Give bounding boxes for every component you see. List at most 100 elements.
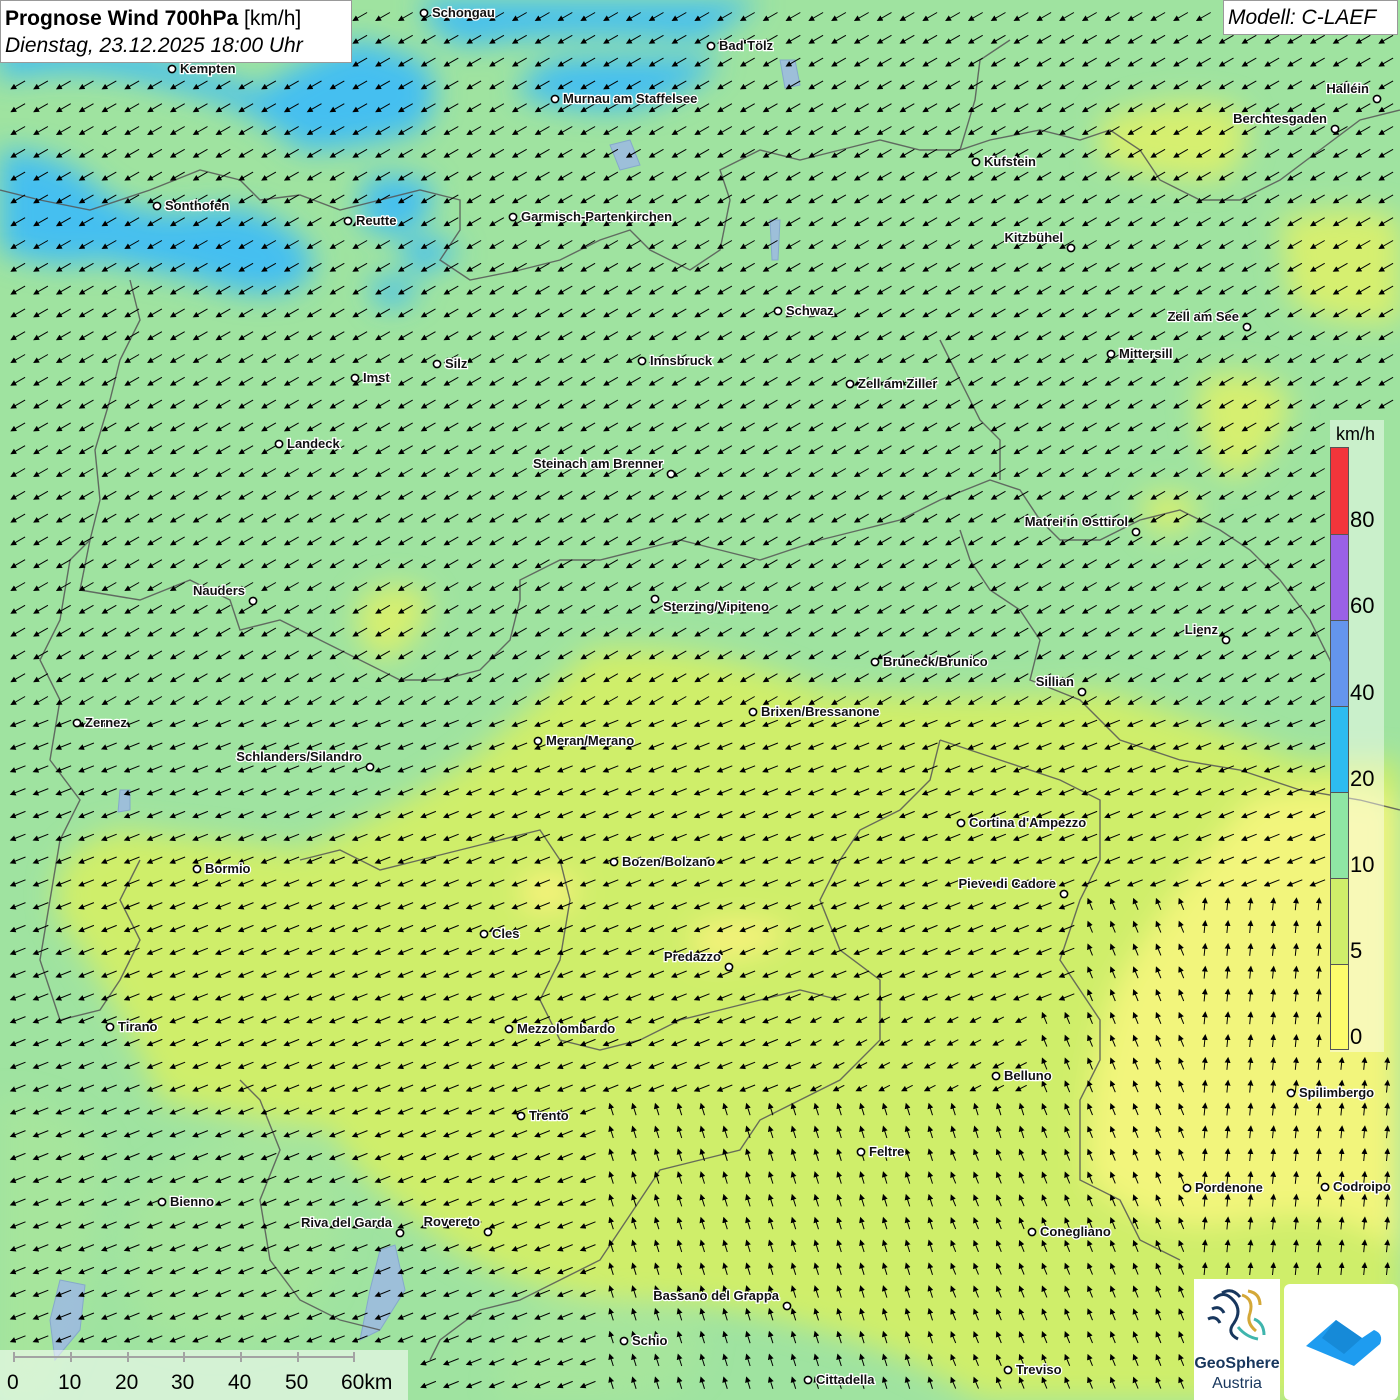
city-dot [1372, 94, 1382, 104]
city-sonthofen[interactable]: Sonthofen [152, 197, 231, 214]
city-dot [508, 212, 518, 222]
legend-seg-5-10 [1331, 878, 1348, 964]
city-dot [1027, 1227, 1037, 1237]
legend-seg-80-plus [1331, 448, 1348, 534]
city-dot [1330, 124, 1340, 134]
city-dot [706, 41, 716, 51]
city-label: Reutte [356, 213, 396, 228]
city-dot [419, 8, 429, 18]
map-title-main: Prognose Wind 700hPa [5, 7, 239, 30]
city-pordenone[interactable]: Pordenone [1182, 1179, 1264, 1196]
city-label: Imst [363, 370, 390, 385]
city-label: Kitzbühel [1005, 230, 1064, 245]
city-dot [192, 864, 202, 874]
city-cortina-d-ampezzo[interactable]: Cortina d'Ampezzo [956, 814, 1088, 831]
city-dot [504, 1024, 514, 1034]
city-conegliano[interactable]: Conegliano [1027, 1223, 1112, 1240]
city-dot [1286, 1088, 1296, 1098]
city-label: Innsbruck [650, 353, 713, 368]
legend-label-0: 0 [1350, 1024, 1363, 1049]
city-dot [1106, 349, 1116, 359]
city-dot [773, 306, 783, 316]
city-label: Schlanders/Silandro [236, 749, 362, 764]
city-bozen-bolzano[interactable]: Bozen/Bolzano [609, 853, 716, 870]
city-label: Meran/Merano [546, 733, 634, 748]
city-label: Bormio [205, 861, 251, 876]
city-label: Landeck [287, 436, 341, 451]
city-murnau-am-staffelsee[interactable]: Murnau am Staffelsee [550, 90, 699, 107]
city-label: Conegliano [1040, 1224, 1111, 1239]
map-title-unit: [km/h] [244, 7, 302, 30]
city-dot [609, 857, 619, 867]
city-dot [479, 929, 489, 939]
city-label: Bad Tölz [719, 38, 774, 53]
map-title: Prognose Wind 700hPa [km/h] [5, 7, 301, 31]
city-dot [167, 64, 177, 74]
city-dot [1077, 687, 1087, 697]
legend-seg-20-40 [1331, 706, 1348, 792]
city-label: Tirano [118, 1019, 158, 1034]
city-label: Cittadella [816, 1372, 875, 1387]
city-label: Brixen/Bressanone [761, 704, 880, 719]
scale-label-0: 0 [7, 1371, 19, 1394]
city-spilimbergo[interactable]: Spilimbergo [1286, 1084, 1375, 1101]
geosphere-logo-icon [1207, 1289, 1266, 1341]
scale-label-40: 40 [228, 1371, 252, 1394]
city-bruneck-brunico[interactable]: Bruneck/Brunico [870, 653, 989, 670]
city-dot [343, 216, 353, 226]
city-label: Berchtesgaden [1233, 111, 1327, 126]
city-meran-merano[interactable]: Meran/Merano [533, 732, 635, 749]
legend-label-80: 80 [1350, 507, 1375, 532]
city-mezzolombardo[interactable]: Mezzolombardo [504, 1020, 617, 1037]
city-dot [516, 1111, 526, 1121]
city-label: Schwaz [786, 303, 834, 318]
city-label: Schongau [432, 5, 495, 20]
city-label: Halléin [1326, 81, 1369, 96]
city-label: Kempten [180, 61, 236, 76]
city-label: Bozen/Bolzano [622, 854, 715, 869]
city-dot [550, 94, 560, 104]
scale-label-10: 10 [58, 1371, 82, 1394]
city-dot [1221, 635, 1231, 645]
city-label: Bienno [170, 1194, 214, 1209]
city-dot [782, 1301, 792, 1311]
geosphere-logo[interactable]: GeoSphere Austria [1194, 1279, 1280, 1400]
city-schongau[interactable]: Schongau [419, 4, 496, 21]
city-dot [637, 356, 647, 366]
city-dot [971, 157, 981, 167]
legend-label-20: 20 [1350, 766, 1375, 791]
city-label: Bruneck/Brunico [883, 654, 988, 669]
wetter-app-logo[interactable] [1284, 1284, 1398, 1400]
wind-forecast-map: Schongau Bad Tölz Kempten Murnau am Staffel… [0, 0, 1400, 1400]
geosphere-logo-subtext: Austria [1212, 1375, 1262, 1392]
city-label: Mittersill [1119, 346, 1172, 361]
city-cittadella[interactable]: Cittadella [803, 1371, 877, 1388]
city-dot [803, 1375, 813, 1385]
city-brixen-bressanone[interactable]: Brixen/Bressanone [748, 703, 881, 720]
city-label: Sonthofen [165, 198, 229, 213]
city-zell-am-ziller[interactable]: Zell am Ziller [845, 375, 939, 392]
city-label: Murnau am Staffelsee [563, 91, 697, 106]
city-garmisch-partenkirchen[interactable]: Garmisch-Partenkirchen [508, 208, 673, 225]
city-dot [248, 596, 258, 606]
city-dot [72, 718, 82, 728]
forecast-datetime: Dienstag, 23.12.2025 18:00 Uhr [5, 34, 303, 57]
geosphere-logo-text: GeoSphere [1194, 1355, 1280, 1372]
city-dot [1320, 1182, 1330, 1192]
city-label: Predazzo [664, 949, 721, 964]
city-label: Cles [492, 926, 519, 941]
legend-label-40: 40 [1350, 680, 1375, 705]
city-label: Nauders [193, 583, 245, 598]
city-dot [619, 1336, 629, 1346]
city-label: Feltre [869, 1144, 904, 1159]
city-label: Silz [445, 356, 468, 371]
city-label: Treviso [1016, 1362, 1062, 1377]
city-dot [1242, 322, 1252, 332]
wetter-app-icon [1306, 1320, 1382, 1366]
city-label: Lienz [1185, 622, 1219, 637]
city-innsbruck[interactable]: Innsbruck [637, 352, 714, 369]
legend-label-5: 5 [1350, 938, 1363, 963]
city-label: Sterzing/Vipiteno [663, 599, 769, 614]
city-label: Matrei in Osttirol [1025, 514, 1128, 529]
city-sterzing-vipiteno[interactable]: Sterzing/Vipiteno [650, 594, 770, 615]
